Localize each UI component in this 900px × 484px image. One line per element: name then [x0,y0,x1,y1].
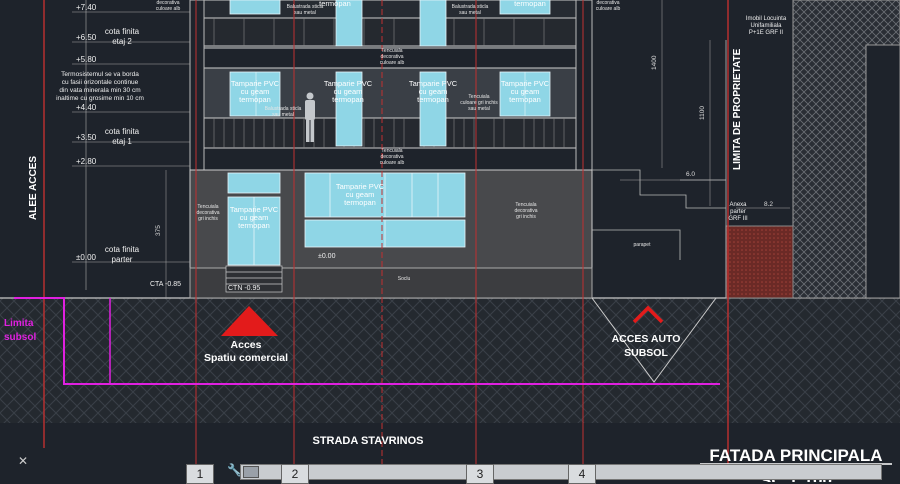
drawing-canvas[interactable]: +7.40 +6.50 +5.80 +4.40 +3.50 +2.80 ±0.0… [0,0,900,482]
svg-text:termopan: termopan [417,95,449,104]
wrench-icon[interactable]: 🔧 [227,463,242,477]
svg-text:Anexa: Anexa [729,202,747,208]
svg-text:Unifamiliala: Unifamiliala [750,23,782,29]
svg-text:sau metal: sau metal [459,10,481,16]
svg-text:termopan: termopan [238,221,270,230]
basement-limit-1: Limita [4,318,34,329]
auto-access-2: SUBSOL [624,347,668,359]
svg-text:termopan: termopan [239,95,271,104]
svg-text:etaj 2: etaj 2 [112,37,132,46]
zero-mark: ±0.00 [318,253,336,260]
svg-text:termopan: termopan [332,95,364,104]
svg-text:cota finita: cota finita [105,245,140,254]
level-650: +6.50 [76,33,97,42]
level-000: ±0.00 [76,253,97,262]
street-label: STRADA STAVRINOS [312,435,423,447]
level-740: +7.40 [76,3,97,12]
svg-text:sau metal: sau metal [294,10,316,16]
svg-text:P+1E GRF II: P+1E GRF II [749,30,784,36]
svg-text:1100: 1100 [699,106,706,120]
grid-tag-1: 1 [186,464,214,484]
level-marks: +7.40 +6.50 +5.80 +4.40 +3.50 +2.80 ±0.0… [76,3,97,262]
svg-text:cu fasii orizontale continue: cu fasii orizontale continue [62,79,139,86]
svg-text:termopan: termopan [514,0,546,8]
svg-text:culoare alb: culoare alb [380,60,405,66]
svg-text:parter: parter [730,209,746,215]
drawing-title: FATADA PRINCIPALA [709,446,882,465]
cta-mark: CTA -0.85 [150,281,181,288]
thermo-note: Termosistemul se va borda cu fasii orizo… [56,71,144,102]
svg-text:sau metal: sau metal [272,112,294,118]
svg-text:8.2: 8.2 [764,201,773,208]
svg-text:termopan: termopan [344,198,376,207]
parapet-label: parapet [634,242,652,248]
svg-text:375: 375 [155,225,162,236]
property-limit-label: LIMITA DE PROPRIETATE [732,48,743,170]
svg-text:Imobil Locuinta: Imobil Locuinta [746,16,787,22]
level-labels: cota finita etaj 2 cota finita etaj 1 co… [105,27,140,264]
garage-outline [592,40,727,298]
svg-text:culoare alb: culoare alb [380,160,405,166]
close-icon[interactable]: ✕ [18,454,28,468]
commercial-access-2: Spatiu comercial [204,352,288,364]
side-strip-right [575,0,593,171]
svg-text:etaj 1: etaj 1 [112,137,132,146]
grid-tag-2: 2 [281,464,309,484]
svg-text:GRF III: GRF III [728,216,748,222]
svg-text:gri inchis: gri inchis [198,216,218,222]
level-440: +4.40 [76,103,97,112]
svg-text:din vata minerala min 30 cm: din vata minerala min 30 cm [59,87,140,94]
command-line-input[interactable] [240,464,882,480]
annex-brick [725,225,794,299]
svg-text:6.0: 6.0 [686,171,695,178]
command-menu-toggle[interactable] [243,466,259,478]
balcony-rail-1 [203,117,577,149]
level-350: +3.50 [76,133,97,142]
ground-hatch [0,298,900,423]
svg-text:inaltime cu grosime min 10 cm: inaltime cu grosime min 10 cm [56,95,144,102]
grid-tag-4: 4 [568,464,596,484]
alley-label: ALEE ACCES [28,156,39,220]
soclu-label: Soclu [398,276,411,282]
basement-limit-2: subsol [4,332,36,343]
svg-text:sau metal: sau metal [468,106,490,112]
svg-text:culoare alb: culoare alb [596,6,621,12]
side-strip-left [189,0,205,171]
svg-text:cota finita: cota finita [105,27,140,36]
level-580: +5.80 [76,55,97,64]
svg-text:1400: 1400 [651,55,658,70]
balcony-rail-2 [203,17,577,47]
svg-text:parter: parter [112,255,133,264]
svg-text:cota finita: cota finita [105,127,140,136]
auto-access-1: ACCES AUTO [612,333,681,345]
neighbor-inset [865,44,900,299]
commercial-access-1: Acces [231,339,262,351]
svg-text:Termosistemul se va borda: Termosistemul se va borda [61,71,139,78]
svg-text:termopan: termopan [509,95,541,104]
svg-text:termopan: termopan [319,0,351,8]
svg-text:culoare alb: culoare alb [156,6,181,12]
ctn-mark: CTN -0.95 [228,285,260,292]
level-280: +2.80 [76,157,97,166]
grid-tag-3: 3 [466,464,494,484]
svg-text:gri inchis: gri inchis [516,214,536,220]
